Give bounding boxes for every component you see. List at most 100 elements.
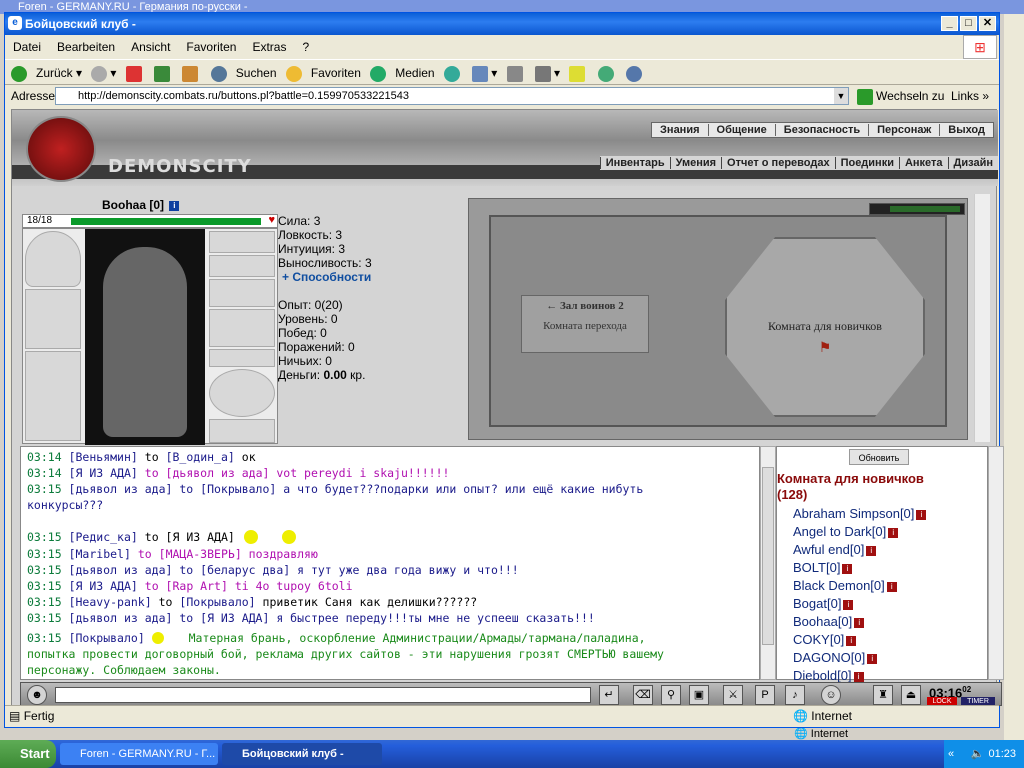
start-button[interactable]: Start (0, 740, 56, 768)
save-icon[interactable]: ▣ (689, 685, 709, 705)
chat-from[interactable]: [Maribel] (69, 547, 131, 561)
chat-from-name[interactable]: дьявол из ада (75, 563, 165, 577)
bracers-slot-icon[interactable] (209, 279, 275, 307)
chat-from[interactable]: [Покрывало] (69, 631, 145, 645)
shield-slot-icon[interactable] (209, 369, 275, 417)
user-info-icon[interactable]: i (886, 581, 897, 592)
search-button[interactable]: Suchen (210, 65, 277, 82)
menu-help[interactable]: ? (298, 40, 313, 54)
user-item[interactable]: Boohaa[0] i (793, 613, 973, 631)
user-item[interactable]: Black Demon[0] i (793, 577, 973, 595)
user-info-icon[interactable]: i (846, 635, 857, 646)
nav-exit[interactable]: Выход (939, 124, 993, 136)
chat-to-name[interactable]: МАЦА-ЗВЕРЬ (166, 547, 235, 561)
mail-button[interactable]: ▾ (472, 65, 497, 82)
print-button[interactable] (506, 65, 526, 82)
links-button[interactable]: Links » (951, 87, 999, 105)
private-icon[interactable]: P (755, 685, 775, 705)
room-newbies[interactable]: Комната для новичков ⚑ (725, 237, 925, 417)
menu-bearbeiten[interactable]: Bearbeiten (53, 40, 119, 54)
chat-from[interactable]: [Редис_ка] (69, 530, 138, 544)
user-info-icon[interactable]: i (866, 545, 877, 556)
refresh-button[interactable] (154, 65, 173, 82)
minimize-button[interactable]: _ (941, 16, 958, 31)
user-info-icon[interactable]: i (916, 509, 927, 520)
back-button[interactable]: Zurück ▾ (11, 65, 82, 82)
user-item[interactable]: Awful end[0] i (793, 541, 973, 559)
exit-icon[interactable]: ⏏ (901, 685, 921, 705)
character-info-icon[interactable]: i (169, 200, 180, 211)
user-info-icon[interactable]: i (888, 527, 899, 538)
nav-knowledge[interactable]: Знания (652, 124, 707, 136)
chat-scroll-thumb[interactable] (762, 467, 774, 645)
eraser-icon[interactable]: ⌫ (633, 685, 653, 705)
user-info-icon[interactable]: i (853, 671, 864, 682)
user-info-icon[interactable]: i (854, 617, 865, 628)
chat-scrollbar[interactable] (760, 446, 776, 680)
forward-button[interactable]: ▾ (91, 65, 116, 82)
menu-favoriten[interactable]: Favoriten (182, 40, 240, 54)
filter-icon[interactable]: ⚲ (661, 685, 681, 705)
user-item[interactable]: DAGONO[0] i (793, 649, 973, 667)
abilities-link[interactable]: + Способности (278, 270, 468, 284)
nav-skills[interactable]: Умения (669, 157, 722, 169)
address-dropdown-icon[interactable]: ▼ (834, 88, 848, 104)
user-info-icon[interactable]: i (867, 653, 878, 664)
chat-from[interactable]: [Я ИЗ АДА] (69, 466, 138, 480)
chat-to-name[interactable]: Я ИЗ АДА (172, 530, 227, 544)
research-button[interactable] (626, 65, 645, 82)
head-icon[interactable]: ☻ (27, 685, 47, 705)
belt-slot-icon[interactable] (209, 419, 275, 443)
user-info-icon[interactable]: i (842, 563, 853, 574)
close-button[interactable]: ✕ (979, 16, 996, 31)
taskbar-item-foren[interactable]: Foren - GERMANY.RU - Г... (60, 743, 218, 765)
chat-message-input[interactable] (55, 687, 591, 703)
nav-security[interactable]: Безопасность (774, 124, 869, 136)
smiley-icon[interactable]: ☺ (821, 685, 841, 705)
maximize-button[interactable]: □ (960, 16, 977, 31)
user-item[interactable]: COKY[0] i (793, 631, 973, 649)
history-button[interactable] (443, 65, 463, 82)
media-button[interactable]: Medien (370, 65, 435, 82)
chat-from-name[interactable]: дьявол из ада (75, 611, 165, 625)
nav-transfers[interactable]: Отчет о переводах (721, 157, 835, 169)
user-item[interactable]: Bogat[0] i (793, 595, 973, 613)
fighter-icon[interactable]: ⚔ (723, 685, 743, 705)
nav-inventory[interactable]: Инвентарь (599, 157, 670, 169)
earrings-slot-icon[interactable] (209, 231, 275, 253)
chat-from-name[interactable]: дьявол из ада (75, 482, 165, 496)
favorites-button[interactable]: Favoriten (285, 65, 361, 82)
chat-from[interactable]: [Я ИЗ АДА] (69, 579, 138, 593)
tray-expand-icon[interactable]: « (944, 740, 954, 768)
edit-button[interactable]: ▾ (534, 65, 560, 82)
gloves-slot-icon[interactable] (209, 309, 275, 347)
room-transfer[interactable]: ← Зал воинов 2 Комната перехода (521, 295, 649, 353)
chat-from[interactable]: [Веньямин] (69, 450, 138, 464)
address-input[interactable]: http://demonscity.combats.ru/buttons.pl?… (55, 87, 849, 105)
menu-extras[interactable]: Extras (248, 40, 290, 54)
user-info-icon[interactable]: i (843, 599, 854, 610)
speaker-icon[interactable]: 🔈 (971, 748, 985, 760)
refresh-users-button[interactable]: Обновить (849, 449, 909, 465)
home-button[interactable] (182, 65, 201, 82)
messenger-button[interactable] (597, 65, 617, 82)
chat-to-name[interactable]: дьявол из ада (172, 466, 262, 480)
bag-icon[interactable]: ♜ (873, 685, 893, 705)
sound-icon[interactable]: ♪ (785, 685, 805, 705)
chat-to-name[interactable]: Я ИЗ АДА (207, 611, 262, 625)
nav-fights[interactable]: Поединки (834, 157, 899, 169)
top-scrollbar[interactable] (974, 194, 990, 442)
discuss-button[interactable] (569, 65, 588, 82)
chat-to[interactable]: [В_один_а] (166, 450, 235, 464)
chat-from[interactable]: [Heavy-pank] (69, 595, 152, 609)
menu-datei[interactable]: Datei (9, 40, 45, 54)
title-bar[interactable]: e Бойцовский клуб - _ □ ✕ (5, 13, 999, 35)
chat-to-name[interactable]: Покрывало (207, 482, 269, 496)
armor-slot-icon[interactable] (25, 351, 81, 441)
nav-profile[interactable]: Анкета (898, 157, 948, 169)
go-button[interactable]: Wechseln zu (857, 87, 947, 105)
demonscity-emblem-icon[interactable] (26, 116, 96, 182)
menu-ansicht[interactable]: Ansicht (127, 40, 174, 54)
room-warriors-sign[interactable]: ← Зал воинов 2 (522, 300, 648, 312)
helmet-slot-icon[interactable] (25, 231, 81, 287)
